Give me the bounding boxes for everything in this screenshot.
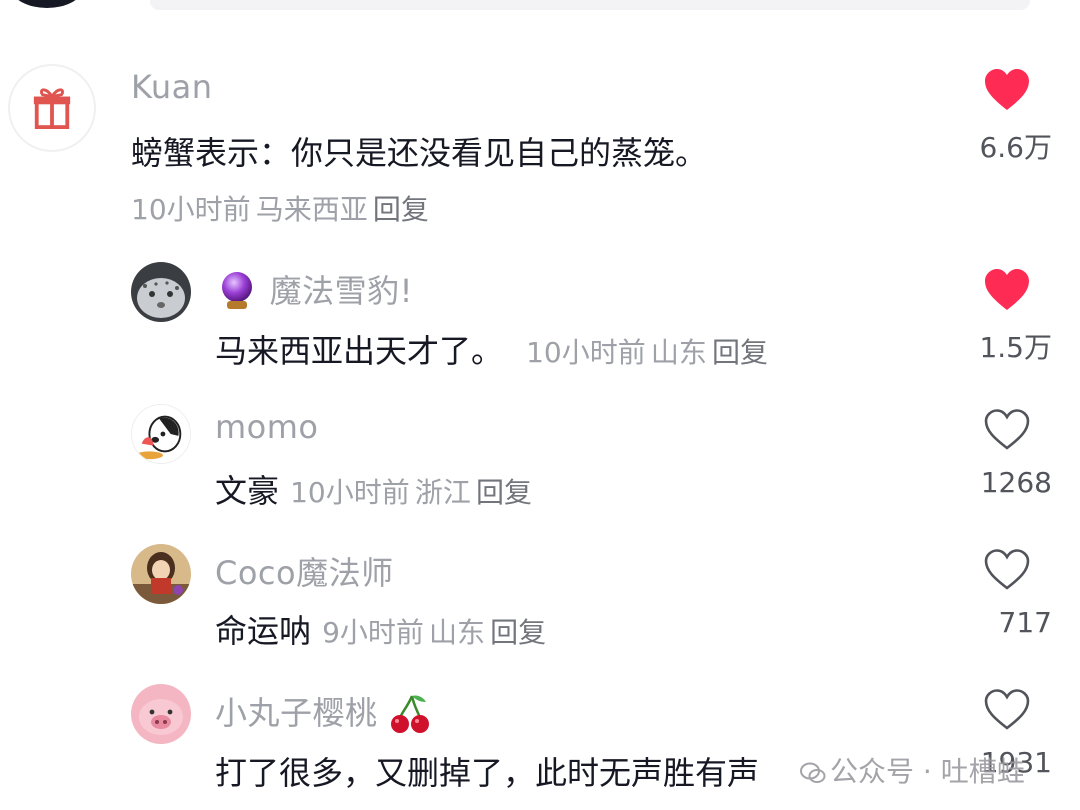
- comment-text: 打了很多，又删掉了，此时无声胜有声: [215, 754, 760, 792]
- comment-body: 命运呐 9小时前 山东 回复: [215, 606, 546, 652]
- comment-location: 浙江: [414, 476, 471, 509]
- girl-avatar-image: [131, 544, 191, 604]
- snow-leopard-avatar[interactable]: [131, 262, 191, 322]
- watermark-text: 公众号 · 吐槽蛙: [830, 755, 1025, 788]
- girl-avatar[interactable]: [131, 544, 191, 604]
- comment-username[interactable]: Kuan: [131, 68, 213, 106]
- heart-outline-icon: [984, 549, 1030, 590]
- comment-text: 螃蟹表示：你只是还没看见自己的蒸笼。: [131, 134, 708, 172]
- like-button[interactable]: 717: [962, 548, 1052, 639]
- heart-outline-icon: [984, 689, 1030, 730]
- like-count: 1268: [980, 466, 1052, 499]
- comment-username[interactable]: 魔法雪豹!: [270, 272, 413, 310]
- cartoon-dog-avatar[interactable]: [131, 404, 191, 464]
- reply-button[interactable]: 回复: [476, 476, 532, 509]
- comment-time: 10小时前: [131, 193, 251, 226]
- comment-username[interactable]: 小丸子樱桃: [215, 694, 378, 732]
- like-button[interactable]: 1.5万: [962, 268, 1052, 366]
- heart-filled-icon: [985, 269, 1029, 310]
- cartoon-dog-avatar-image: [132, 405, 190, 463]
- gift-icon: [33, 88, 71, 129]
- pig-avatar[interactable]: [131, 684, 191, 744]
- comment-username-row: 魔法雪豹!: [215, 266, 413, 312]
- snow-leopard-avatar-image: [131, 262, 191, 322]
- comment-body: 螃蟹表示：你只是还没看见自己的蒸笼。: [131, 128, 707, 174]
- comment-time: 10小时前: [290, 476, 410, 509]
- heart-filled-icon: [985, 69, 1029, 110]
- heart-outline-icon: [984, 409, 1030, 450]
- comment-location: 山东: [650, 336, 707, 369]
- gift-avatar[interactable]: [8, 64, 96, 152]
- like-count: 717: [998, 606, 1052, 639]
- pig-avatar-image: [131, 684, 191, 744]
- comment-location: 山东: [429, 616, 486, 649]
- comment-username[interactable]: momo: [215, 408, 319, 446]
- top-input-edge[interactable]: [150, 0, 1030, 10]
- comment-username-row: 小丸子樱桃: [215, 688, 432, 736]
- reply-button[interactable]: 回复: [712, 336, 768, 369]
- like-count: 1.5万: [979, 331, 1052, 364]
- comment-time: 9小时前: [322, 616, 424, 649]
- reply-button[interactable]: 回复: [490, 616, 546, 649]
- top-strip: [0, 0, 1080, 14]
- wechat-logo-icon: [800, 762, 826, 783]
- comment-location: 马来西亚: [255, 193, 368, 226]
- watermark: 公众号 · 吐槽蛙: [800, 750, 1025, 790]
- like-count: 6.6万: [979, 131, 1052, 164]
- comment-body: 打了很多，又删掉了，此时无声胜有声: [215, 748, 759, 794]
- top-avatar-edge: [12, 0, 82, 8]
- comment-text: 马来西亚出天才了。: [215, 332, 504, 370]
- comment-meta: 10小时前 马来西亚 回复: [131, 188, 429, 228]
- reply-button[interactable]: 回复: [373, 193, 429, 226]
- comment-username[interactable]: Coco魔法师: [215, 548, 394, 594]
- like-button[interactable]: 6.6万: [962, 68, 1052, 166]
- comment-body: 马来西亚出天才了。 10小时前 山东 回复: [215, 326, 768, 372]
- cherry-icon: [391, 695, 430, 733]
- crystal-ball-icon: [222, 272, 252, 309]
- comment-time: 10小时前: [526, 336, 646, 369]
- like-button[interactable]: 1268: [962, 408, 1052, 499]
- comment-body: 文豪 10小时前 浙江 回复: [215, 466, 532, 512]
- comment-text: 命运呐: [215, 612, 312, 650]
- comment-text: 文豪: [215, 472, 280, 510]
